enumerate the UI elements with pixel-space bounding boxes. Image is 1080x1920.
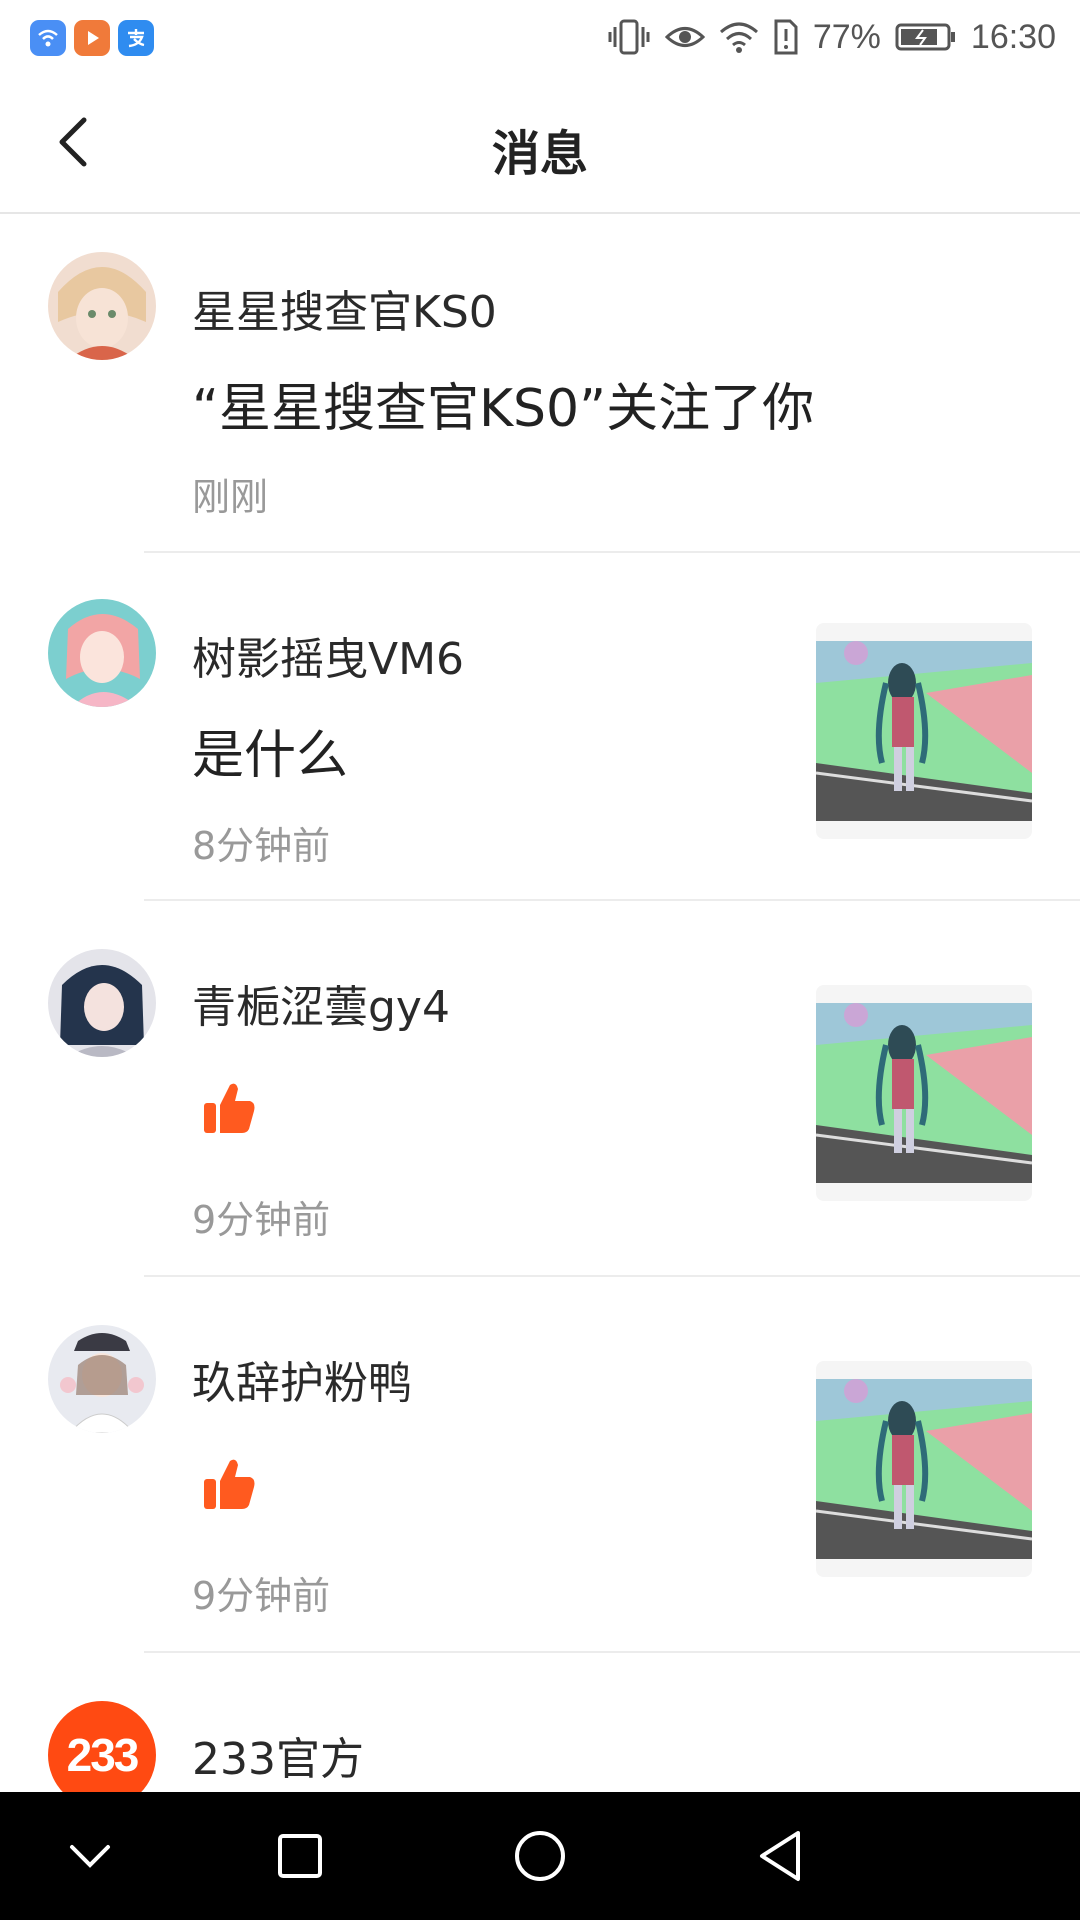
sender-name: 233官方: [192, 1734, 364, 1785]
list-item[interactable]: 玖辞护粉鸭 9分钟前: [0, 1277, 1080, 1653]
official-avatar-text: 233: [66, 1729, 140, 1781]
sender-name: 树影摇曳VM6: [192, 634, 465, 685]
message-content: “星星搜查官KS0”关注了你: [192, 379, 815, 439]
avatar[interactable]: [48, 949, 156, 1057]
status-bar: 77% 16:30: [0, 0, 1080, 74]
vibrate-icon: [607, 17, 651, 57]
avatar[interactable]: [48, 1325, 156, 1433]
battery-percent: 77%: [812, 17, 881, 56]
post-thumbnail[interactable]: [816, 985, 1032, 1201]
avatar[interactable]: [48, 599, 156, 707]
list-item[interactable]: 青梔涩蕓gy4 9分钟前: [0, 901, 1080, 1277]
video-app-icon: [74, 20, 110, 56]
alipay-icon: [118, 20, 154, 56]
chevron-down-icon: [70, 1845, 110, 1868]
sender-name: 玖辞护粉鸭: [192, 1358, 412, 1409]
message-time: 8分钟前: [192, 824, 331, 868]
post-thumbnail[interactable]: [816, 623, 1032, 839]
avatar[interactable]: [48, 252, 156, 360]
system-nav-bar: [0, 1792, 1080, 1920]
like-thumb-icon: [204, 1083, 255, 1133]
home-circle-icon: [515, 1831, 565, 1881]
list-item[interactable]: 树影摇曳VM6 是什么 8分钟前: [0, 553, 1080, 901]
sim-alert-icon: [773, 18, 799, 56]
wifi-app-icon: [30, 20, 66, 56]
battery-icon: [895, 22, 957, 52]
sender-name: 星星搜查官KS0: [192, 287, 497, 338]
eye-comfort-icon: [664, 22, 705, 52]
like-thumb-icon: [204, 1459, 255, 1509]
recents-square-icon: [278, 1834, 322, 1878]
message-time: 刚刚: [192, 475, 269, 519]
back-nav-button[interactable]: [750, 1826, 810, 1886]
message-content: 是什么: [192, 726, 349, 786]
messages-screen: 77% 16:30 消息 星星搜查官KS0 “星星搜查官KS0”关注了你 刚刚 …: [0, 0, 1080, 1920]
sender-name: 青梔涩蕓gy4: [192, 982, 450, 1033]
message-list: 星星搜查官KS0 “星星搜查官KS0”关注了你 刚刚 树影摇曳VM6 是什么 8…: [0, 216, 1080, 1853]
recents-button[interactable]: [270, 1826, 330, 1886]
message-time: 9分钟前: [192, 1574, 331, 1618]
status-indicators: 77% 16:30: [607, 12, 1056, 62]
wifi-icon: [719, 20, 759, 54]
list-item[interactable]: 星星搜查官KS0 “星星搜查官KS0”关注了你 刚刚: [0, 216, 1080, 553]
back-triangle-icon: [760, 1831, 800, 1881]
clock: 16:30: [970, 17, 1056, 56]
message-time: 9分钟前: [192, 1198, 331, 1242]
home-button[interactable]: [510, 1826, 570, 1886]
page-title: 消息: [491, 126, 588, 182]
post-thumbnail[interactable]: [816, 1361, 1032, 1577]
collapse-button[interactable]: [60, 1826, 120, 1886]
header: 消息: [0, 74, 1080, 214]
